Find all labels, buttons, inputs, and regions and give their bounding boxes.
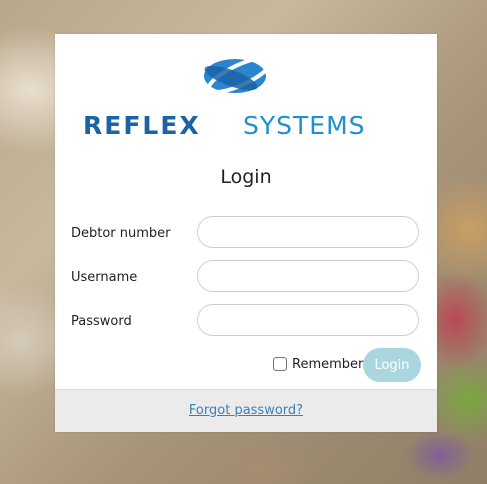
username-label: Username (71, 270, 138, 285)
forgot-password-link[interactable]: Forgot password? (55, 403, 437, 418)
debtor-number-input[interactable] (197, 216, 419, 248)
card-footer: Forgot password? (55, 389, 437, 432)
remember-label[interactable]: Remember (292, 357, 363, 372)
username-input[interactable] (197, 260, 419, 292)
password-input[interactable] (197, 304, 419, 336)
svg-text:REFLEX: REFLEX (83, 111, 201, 138)
debtor-number-label: Debtor number (71, 226, 171, 241)
password-label: Password (71, 314, 132, 329)
reflex-systems-logo: REFLEX SYSTEMS (83, 52, 409, 138)
svg-text:SYSTEMS: SYSTEMS (243, 111, 366, 138)
login-card: REFLEX SYSTEMS Login Debtor number Usern… (55, 34, 437, 432)
login-button[interactable]: Login (363, 348, 421, 382)
logo-mark-icon (204, 56, 274, 94)
remember-control[interactable]: Remember (273, 355, 363, 373)
page-title: Login (220, 166, 272, 188)
remember-checkbox[interactable] (273, 357, 287, 371)
